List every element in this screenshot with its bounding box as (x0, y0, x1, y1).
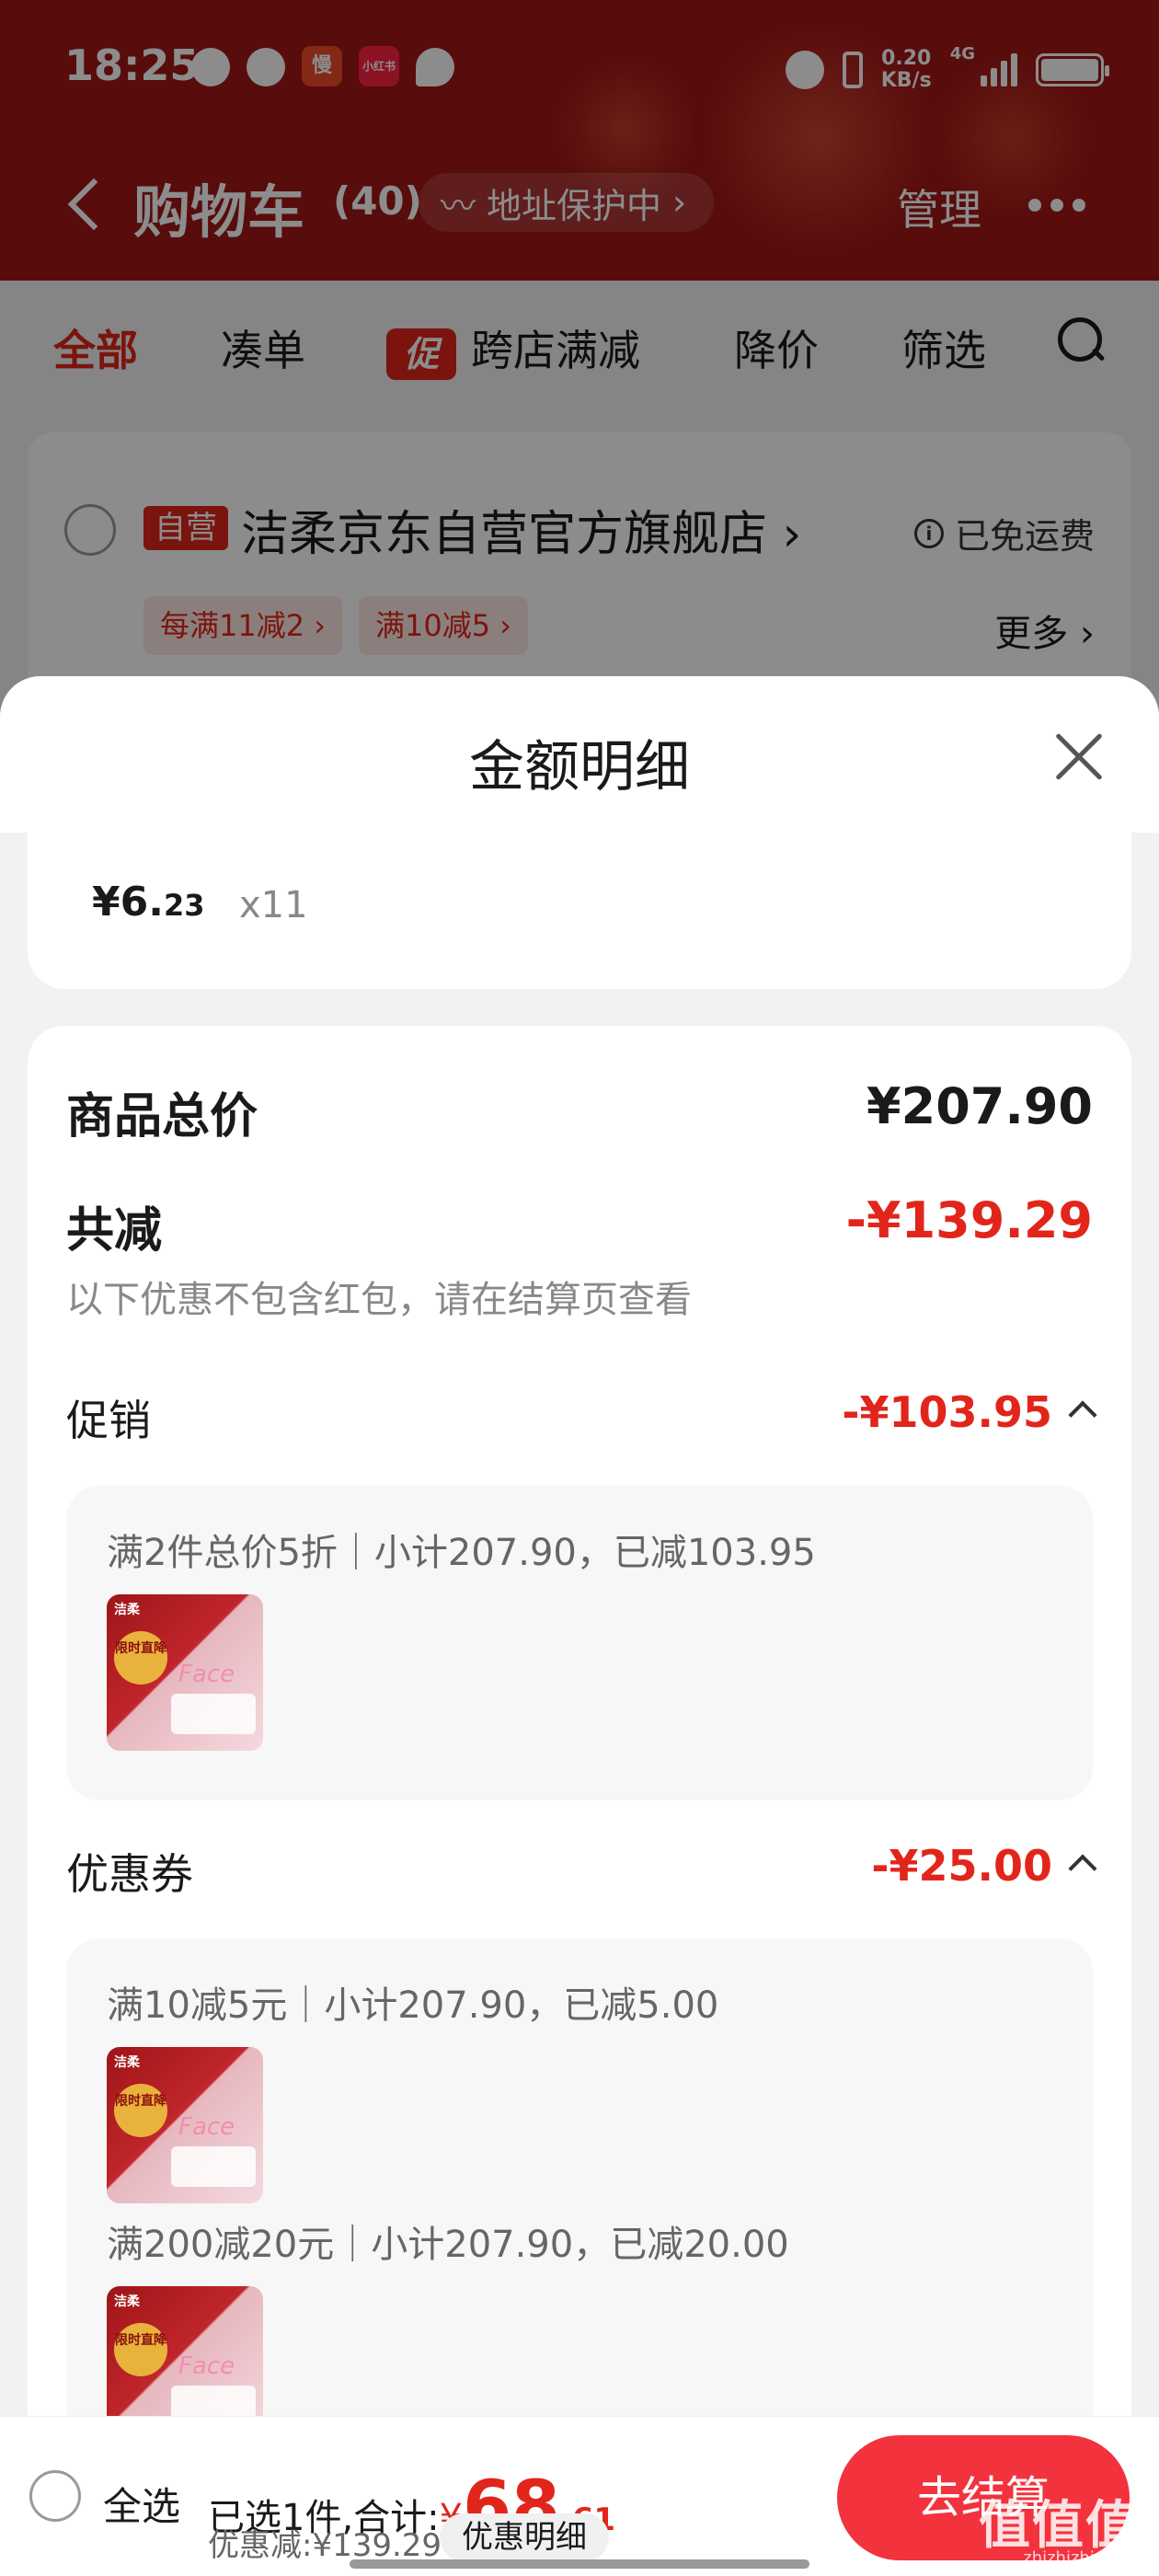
item-price-card: ¥6.23 x11 (28, 833, 1131, 989)
total-price-value: ¥207.90 (866, 1077, 1093, 1135)
thumb-sale-badge: 限时直降 (114, 2323, 167, 2376)
thumb-package (171, 2146, 256, 2187)
select-all-label[interactable]: 全选 (103, 2476, 180, 2532)
thumb-product-label: Face (178, 1661, 235, 1688)
coupon-value: -¥25.00 (871, 1841, 1052, 1891)
total-price-label: 商品总价 (66, 1089, 258, 1144)
sheet-header: 金额明细 (0, 676, 1159, 833)
product-thumbnail[interactable]: 洁柔 限时直降 Face (107, 2047, 263, 2203)
chevron-up-icon[interactable] (1068, 1400, 1097, 1430)
item-quantity: x11 (239, 884, 308, 926)
unit-price: ¥6.23 (92, 879, 205, 926)
thumb-brand: 洁柔 (114, 2055, 140, 2070)
chevron-up-icon[interactable] (1068, 1854, 1097, 1883)
thumb-sale-badge: 限时直降 (114, 1631, 167, 1685)
total-reduce-value: -¥139.29 (845, 1191, 1093, 1249)
coupon-rule: 满200减20元｜小计207.90，已减20.00 (107, 2224, 789, 2266)
close-icon[interactable] (1051, 730, 1107, 785)
home-indicator[interactable] (350, 2559, 809, 2569)
reduce-note: 以下优惠不包含红包，请在结算页查看 (66, 1279, 692, 1321)
price-breakdown-card: 商品总价 ¥207.90 共减 -¥139.29 以下优惠不包含红包，请在结算页… (28, 1026, 1131, 2576)
product-thumbnail[interactable]: 洁柔 限时直降 Face (107, 1594, 263, 1751)
promotion-label: 促销 (66, 1396, 151, 1445)
thumb-package (171, 1694, 256, 1734)
thumb-brand: 洁柔 (114, 1603, 140, 1617)
coupon-label: 优惠券 (66, 1849, 193, 1899)
promotion-rule: 满2件总价5折｜小计207.90，已减103.95 (107, 1532, 816, 1574)
discount-detail-button[interactable]: 优惠明细 (440, 2513, 609, 2561)
thumb-brand: 洁柔 (114, 2294, 140, 2309)
coupon-rule: 满10减5元｜小计207.90，已减5.00 (107, 1984, 719, 2027)
thumb-product-label: Face (178, 2113, 235, 2141)
discount-summary: 优惠减:¥139.29 (208, 2527, 442, 2564)
thumb-sale-badge: 限时直降 (114, 2084, 167, 2137)
price-decimal: 23 (163, 888, 205, 923)
amount-detail-sheet: 金额明细 ¥6.23 x11 商品总价 ¥207.90 共减 -¥139.29 … (0, 676, 1159, 2576)
select-all-radio[interactable] (29, 2470, 81, 2522)
promotion-group: 满2件总价5折｜小计207.90，已减103.95 洁柔 限时直降 Face (66, 1486, 1093, 1800)
currency-symbol: ¥ (92, 879, 120, 926)
total-reduce-label: 共减 (66, 1203, 163, 1259)
price-integer: 6. (120, 879, 164, 926)
watermark-url: zhizhizhi.com (1023, 2548, 1135, 2568)
watermark-logo: 值值值 (979, 2496, 1139, 2556)
promotion-value: -¥103.95 (842, 1387, 1052, 1437)
thumb-product-label: Face (178, 2352, 235, 2380)
sheet-title: 金额明细 (469, 735, 690, 799)
